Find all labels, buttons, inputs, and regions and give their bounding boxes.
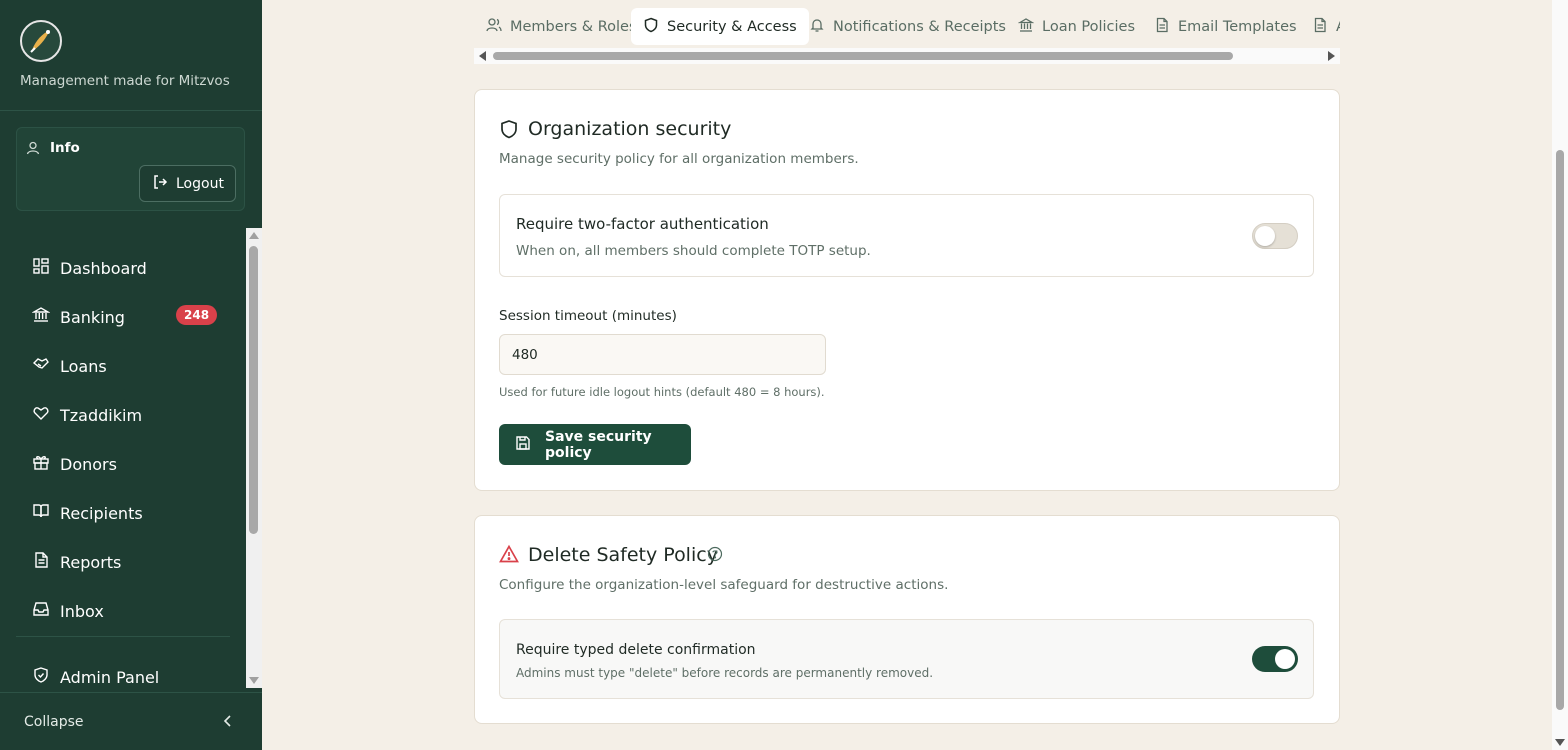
bell-icon bbox=[809, 17, 825, 37]
shield-icon bbox=[643, 17, 659, 37]
scroll-right-arrow-icon[interactable] bbox=[1328, 51, 1335, 61]
tab-label: Members & Roles bbox=[510, 18, 637, 35]
sidebar-scroll-thumb[interactable] bbox=[249, 246, 258, 534]
toggle-knob bbox=[1255, 226, 1275, 246]
tab-email-templates[interactable]: Email Templates bbox=[1142, 8, 1309, 45]
help-icon[interactable] bbox=[707, 546, 723, 566]
tabs-scrollbar[interactable] bbox=[474, 48, 1340, 64]
security-card-title: Organization security bbox=[528, 118, 732, 140]
inbox-icon bbox=[32, 600, 50, 622]
nav-divider bbox=[16, 636, 230, 637]
sidebar-item-label: Banking bbox=[60, 307, 125, 327]
save-security-policy-button[interactable]: Save security policy bbox=[499, 424, 691, 465]
tab-loan-policies[interactable]: Loan Policies bbox=[1006, 8, 1147, 45]
bank-icon bbox=[31, 306, 51, 328]
gift-icon bbox=[32, 453, 50, 475]
shield-icon bbox=[499, 119, 519, 143]
sidebar-item-inbox[interactable]: Inbox bbox=[32, 596, 232, 626]
session-timeout-hint: Used for future idle logout hints (defau… bbox=[499, 385, 825, 399]
scroll-down-arrow-icon[interactable] bbox=[249, 677, 259, 684]
scroll-up-arrow-icon[interactable] bbox=[249, 232, 259, 239]
two-factor-row bbox=[499, 194, 1314, 277]
sidebar-item-label: Recipients bbox=[60, 503, 143, 523]
banking-count-badge: 248 bbox=[176, 305, 218, 325]
sidebar-item-tzaddikim[interactable]: Tzaddikim bbox=[32, 400, 232, 430]
delete-confirm-toggle[interactable] bbox=[1252, 646, 1298, 672]
sidebar-item-dashboard[interactable]: Dashboard bbox=[32, 253, 232, 283]
shield-icon bbox=[32, 666, 50, 688]
scroll-left-arrow-icon[interactable] bbox=[479, 51, 486, 61]
scroll-down-arrow-icon[interactable] bbox=[1555, 739, 1565, 746]
save-icon bbox=[515, 435, 531, 455]
tab-more[interactable]: A bbox=[1300, 8, 1340, 45]
heart-hand-icon bbox=[32, 404, 50, 426]
tab-label: Notifications & Receipts bbox=[833, 18, 1006, 35]
session-timeout-label: Session timeout (minutes) bbox=[499, 308, 677, 324]
two-factor-toggle[interactable] bbox=[1252, 223, 1298, 249]
delete-confirm-title: Require typed delete confirmation bbox=[516, 642, 756, 658]
tab-security-access[interactable]: Security & Access bbox=[631, 8, 809, 45]
book-icon bbox=[32, 502, 50, 524]
chevron-left-icon[interactable] bbox=[222, 713, 234, 732]
tab-members-roles[interactable]: Members & Roles bbox=[474, 8, 649, 45]
app-tagline: Management made for Mitzvos bbox=[20, 73, 230, 89]
main-scrollbar[interactable] bbox=[1552, 0, 1568, 750]
two-factor-title: Require two-factor authentication bbox=[516, 215, 769, 233]
user-icon bbox=[26, 140, 40, 159]
warning-icon bbox=[499, 544, 519, 568]
main-scroll-thumb[interactable] bbox=[1556, 150, 1564, 710]
toggle-knob bbox=[1275, 649, 1295, 669]
sidebar-item-admin-panel[interactable]: Admin Panel bbox=[32, 662, 232, 688]
sidebar-item-label: Tzaddikim bbox=[60, 405, 143, 425]
sidebar-item-label: Inbox bbox=[60, 601, 104, 621]
two-factor-description: When on, all members should complete TOT… bbox=[516, 243, 871, 259]
sidebar-item-donors[interactable]: Donors bbox=[32, 449, 232, 479]
app-logo[interactable] bbox=[20, 20, 62, 62]
logout-label: Logout bbox=[176, 175, 224, 192]
delete-confirm-row bbox=[499, 619, 1314, 699]
dashboard-icon bbox=[32, 257, 50, 279]
document-icon bbox=[32, 551, 50, 573]
sidebar-scrollbar[interactable] bbox=[246, 228, 262, 688]
delete-policy-title: Delete Safety Policy bbox=[528, 544, 718, 566]
sidebar-item-label: Dashboard bbox=[60, 258, 147, 278]
delete-policy-description: Configure the organization-level safegua… bbox=[499, 577, 949, 593]
session-timeout-input[interactable] bbox=[499, 334, 826, 375]
settings-tabs: Members & Roles Security & Access Notifi… bbox=[474, 8, 1340, 46]
document-icon bbox=[1154, 17, 1170, 37]
tabs-scroll-thumb[interactable] bbox=[493, 52, 1233, 60]
tab-label: A bbox=[1336, 19, 1340, 35]
sidebar-item-label: Donors bbox=[60, 454, 117, 474]
tab-label: Security & Access bbox=[667, 18, 797, 35]
bank-icon bbox=[1017, 17, 1035, 37]
sidebar-nav: Dashboard Banking 248 Loans Tzaddikim Do… bbox=[0, 228, 246, 688]
sidebar-item-label: Admin Panel bbox=[60, 667, 160, 687]
sidebar-item-loans[interactable]: Loans bbox=[32, 351, 232, 381]
sidebar-item-recipients[interactable]: Recipients bbox=[32, 498, 232, 528]
delete-confirm-description: Admins must type "delete" before records… bbox=[516, 666, 934, 680]
logout-button[interactable]: Logout bbox=[139, 165, 236, 202]
sidebar-item-reports[interactable]: Reports bbox=[32, 547, 232, 577]
sidebar-item-label: Loans bbox=[60, 356, 107, 376]
user-info-label[interactable]: Info bbox=[50, 140, 80, 156]
security-card-description: Manage security policy for all organizat… bbox=[499, 151, 859, 167]
users-icon bbox=[486, 17, 502, 37]
document-icon bbox=[1312, 17, 1328, 37]
collapse-label: Collapse bbox=[24, 713, 84, 730]
tab-notifications-receipts[interactable]: Notifications & Receipts bbox=[797, 8, 1018, 45]
logout-icon bbox=[152, 174, 168, 194]
sidebar-item-label: Reports bbox=[60, 552, 122, 572]
tab-label: Email Templates bbox=[1178, 18, 1297, 35]
handshake-icon bbox=[32, 355, 50, 377]
save-button-label: Save security policy bbox=[545, 428, 652, 461]
sidebar: Management made for Mitzvos Info Logout … bbox=[0, 0, 262, 750]
tab-label: Loan Policies bbox=[1042, 18, 1136, 35]
sidebar-divider bbox=[0, 110, 262, 111]
sidebar-item-banking[interactable]: Banking 248 bbox=[31, 302, 232, 332]
